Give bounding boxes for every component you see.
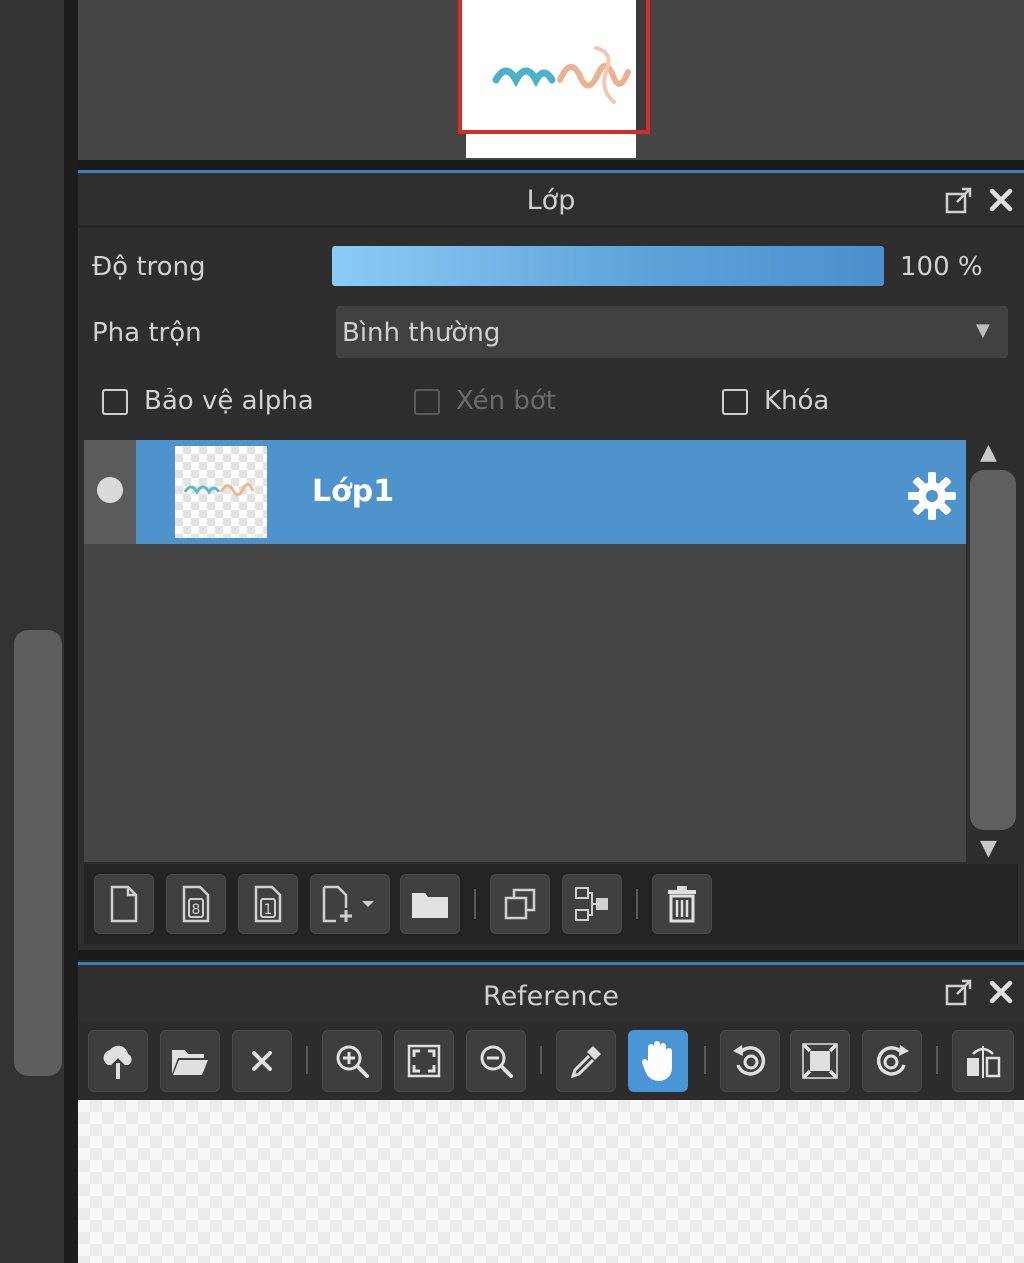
close-icon — [252, 1051, 272, 1071]
clip-label: Xén bớt — [456, 386, 556, 416]
gear-icon[interactable] — [906, 470, 958, 522]
fit-window-icon — [802, 1043, 838, 1079]
svg-text:8: 8 — [192, 902, 201, 918]
layer-list-scroll-thumb[interactable] — [970, 470, 1016, 830]
rotate-right-icon — [876, 1045, 909, 1076]
toolbar-separator — [936, 1046, 938, 1074]
scroll-down-icon[interactable]: ▼ — [980, 836, 1006, 861]
duplicate-icon — [504, 888, 536, 920]
close-panel-icon[interactable] — [986, 185, 1016, 215]
layer-thumbnail-art — [183, 483, 255, 497]
panel-separator — [78, 950, 1024, 960]
zoom-out-button[interactable] — [466, 1030, 526, 1092]
opacity-slider[interactable] — [332, 246, 884, 286]
close-panel-icon[interactable] — [986, 977, 1016, 1007]
scroll-up-icon[interactable]: ▲ — [980, 440, 1006, 465]
folder-icon — [412, 893, 448, 918]
layer-panel-header: Lớp — [78, 173, 1024, 225]
fit-button[interactable] — [394, 1030, 454, 1092]
new-1bit-layer-icon: 1 — [254, 885, 282, 923]
eyedropper-button[interactable] — [556, 1030, 616, 1092]
delete-layer-button[interactable] — [652, 874, 712, 934]
toolbar-separator — [704, 1046, 706, 1074]
protect-alpha-checkbox[interactable] — [102, 389, 128, 415]
load-reference-button[interactable] — [88, 1030, 148, 1092]
reference-panel-title: Reference — [483, 981, 619, 1012]
blend-mode-value: Bình thường — [342, 318, 501, 348]
reference-panel-header: Reference — [78, 965, 1024, 1022]
opacity-value: 100 % — [900, 252, 983, 282]
upload-icon — [103, 1045, 132, 1079]
fit-window-button[interactable] — [790, 1030, 850, 1092]
protect-alpha-label: Bảo vệ alpha — [144, 386, 314, 416]
zoom-in-icon — [336, 1045, 369, 1078]
rotate-right-button[interactable] — [862, 1030, 922, 1092]
navigator-viewport-rect[interactable] — [458, 0, 650, 134]
fit-icon — [407, 1044, 441, 1078]
flip-button[interactable] — [952, 1030, 1014, 1092]
toolbar-separator — [474, 889, 476, 919]
rotate-left-icon — [733, 1045, 766, 1076]
eyedropper-icon — [570, 1046, 601, 1079]
new-8bit-layer-icon: 8 — [182, 885, 210, 923]
new-layer-dropdown-icon — [322, 885, 374, 923]
open-reference-button[interactable] — [160, 1030, 220, 1092]
hand-icon — [641, 1041, 672, 1081]
new-folder-button[interactable] — [400, 874, 460, 934]
panel-divider — [64, 0, 78, 1263]
navigator-canvas-bottom — [466, 130, 636, 158]
reference-canvas[interactable] — [78, 1100, 1024, 1263]
toolbar-separator — [636, 889, 638, 919]
clip-checkbox[interactable] — [414, 389, 440, 415]
lock-checkbox[interactable] — [722, 389, 748, 415]
visibility-icon[interactable] — [97, 477, 123, 503]
merge-down-button[interactable] — [562, 874, 622, 934]
panel-separator — [78, 160, 1024, 170]
lock-label: Khóa — [764, 386, 830, 416]
left-scrollbar-thumb[interactable] — [14, 630, 62, 1076]
zoom-out-icon — [480, 1045, 513, 1078]
merge-down-icon — [575, 887, 608, 921]
hand-tool-button[interactable] — [628, 1030, 688, 1092]
layer-name[interactable]: Lớp1 — [312, 474, 394, 509]
new-layer-button[interactable] — [94, 874, 154, 934]
new-layer-dropdown-button[interactable] — [310, 874, 390, 934]
new-layer-icon — [110, 885, 138, 923]
undock-icon[interactable] — [944, 977, 974, 1007]
opacity-label: Độ trong — [92, 252, 206, 282]
toolbar-separator — [306, 1046, 308, 1074]
toolbar-separator — [540, 1046, 542, 1074]
undock-icon[interactable] — [944, 185, 974, 215]
layer-thumbnail — [175, 446, 267, 538]
close-reference-button[interactable] — [232, 1030, 292, 1092]
flip-icon — [967, 1046, 1001, 1078]
duplicate-layer-button[interactable] — [490, 874, 550, 934]
layer-panel-title: Lớp — [526, 185, 576, 216]
blend-mode-label: Pha trộn — [92, 318, 202, 348]
svg-text:1: 1 — [264, 902, 273, 918]
chevron-down-icon: ▼ — [976, 320, 990, 341]
new-8bit-layer-button[interactable]: 8 — [166, 874, 226, 934]
delete-icon — [668, 886, 696, 923]
open-folder-icon — [172, 1050, 208, 1075]
zoom-in-button[interactable] — [322, 1030, 382, 1092]
new-1bit-layer-button[interactable]: 1 — [238, 874, 298, 934]
rotate-left-button[interactable] — [720, 1030, 780, 1092]
